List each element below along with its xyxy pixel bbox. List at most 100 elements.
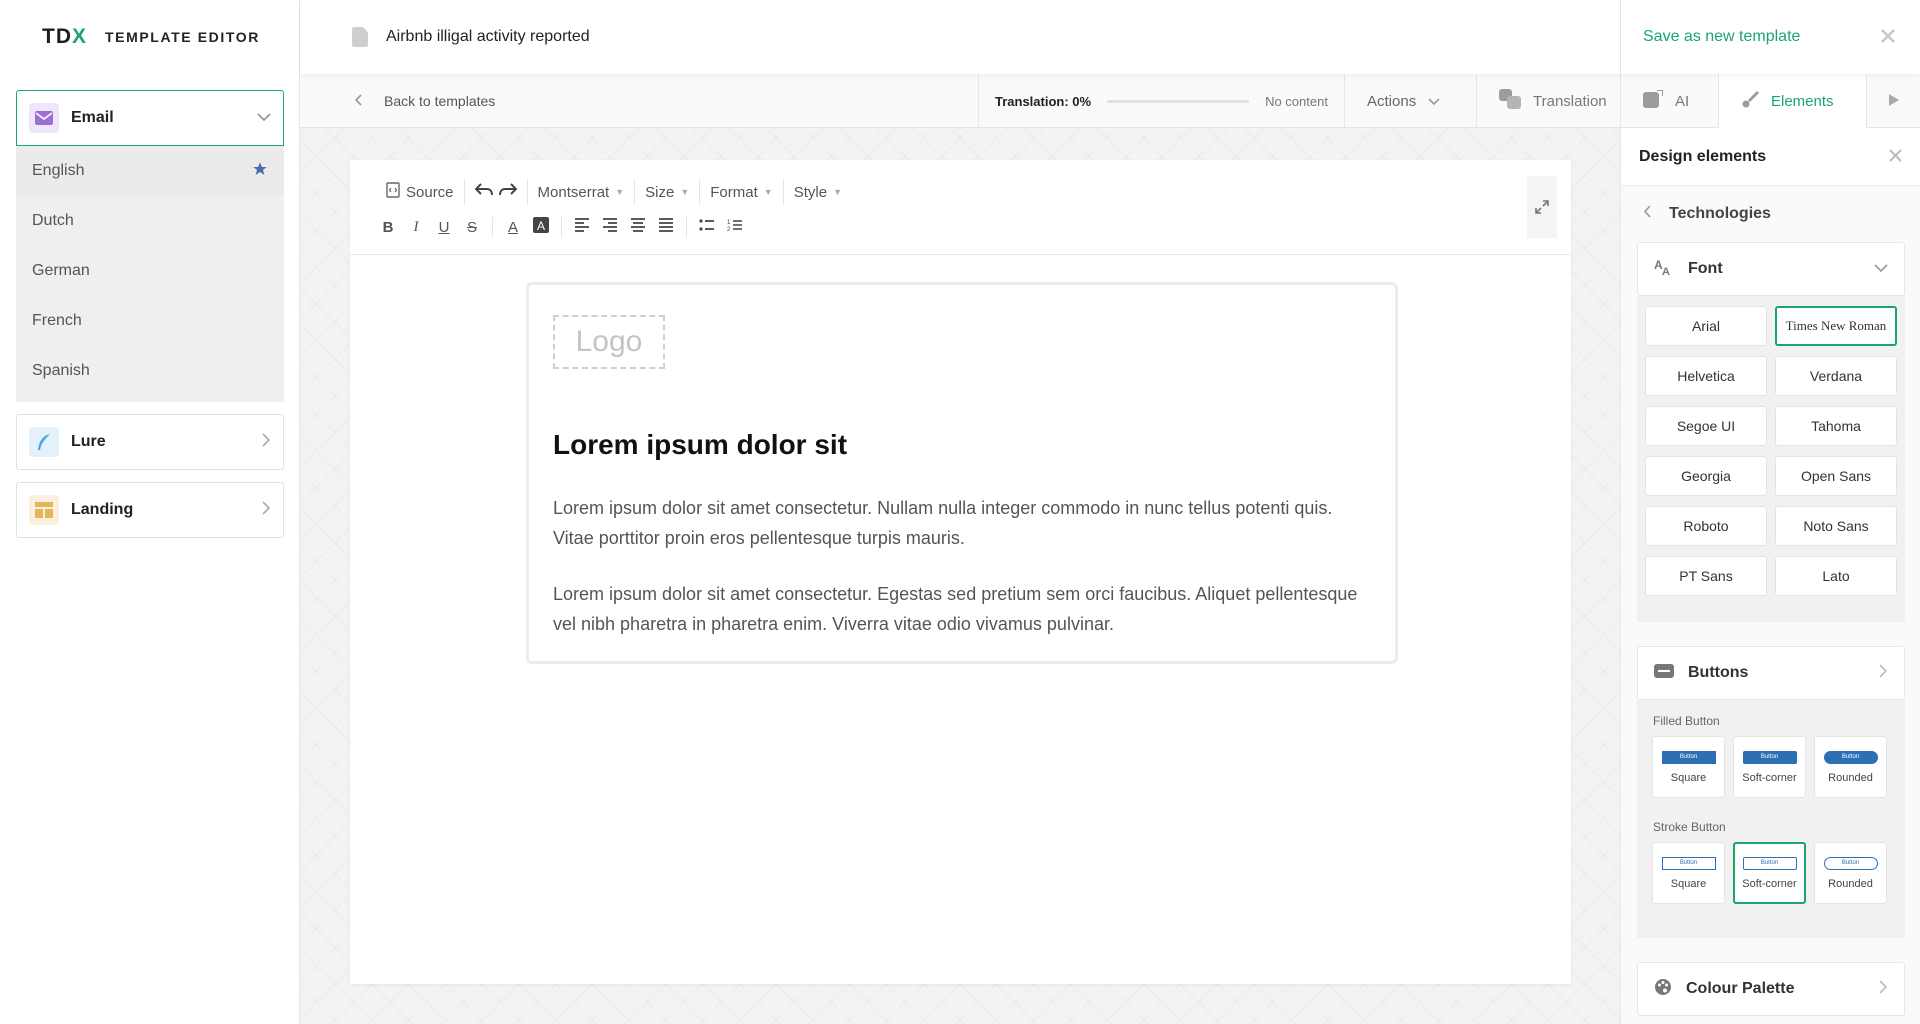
font-family-dropdown[interactable]: Montserrat ▼ [528,180,636,204]
category-email[interactable]: Email [16,90,284,146]
email-paragraph[interactable]: Lorem ipsum dolor sit amet consectetur. … [553,579,1373,639]
align-left-icon[interactable] [570,218,594,236]
translation-progress: Translation: 0% No content [978,74,1344,128]
translation-status: No content [1265,93,1328,109]
save-as-new-template-button[interactable]: Save as new template [1643,28,1800,46]
close-icon[interactable] [1880,24,1896,50]
button-icon [1654,663,1674,683]
align-justify-icon[interactable] [654,218,678,236]
logo-placeholder[interactable]: Logo [553,315,665,369]
translate-icon [1499,89,1521,113]
language-item-french[interactable]: French [16,296,284,346]
buttons-section-title: Buttons [1688,664,1749,681]
email-heading[interactable]: Lorem ipsum dolor sit [553,429,847,461]
numbered-list-icon[interactable]: 12 [723,218,747,236]
tab-ai[interactable]: AI [1620,74,1718,128]
style-dropdown[interactable]: Style ▼ [784,180,852,204]
font-icon: AA [1654,258,1674,281]
category-landing[interactable]: Landing [16,482,284,538]
back-to-templates-link[interactable]: Back to templates [354,93,495,109]
option-label: Rounded [1828,771,1873,784]
editor-canvas: Source Montserrat ▼ Size ▼ Format ▼ Styl… [300,128,1620,1024]
tab-elements[interactable]: Elements [1718,74,1866,128]
layout-icon [29,495,59,525]
stroke-soft-corner-option[interactable]: Button Soft-corner [1733,842,1806,904]
close-icon[interactable] [1889,146,1902,167]
stroke-rounded-option[interactable]: Button Rounded [1814,842,1887,904]
star-icon[interactable] [252,161,268,182]
logo-bar: TDX TEMPLATE EDITOR [0,0,299,74]
source-button[interactable]: Source [376,180,465,204]
font-option-segoe-ui[interactable]: Segoe UI [1645,406,1767,446]
technologies-back-link[interactable]: Technologies [1621,186,1920,242]
language-item-german[interactable]: German [16,246,284,296]
email-paragraph[interactable]: Lorem ipsum dolor sit amet consectetur. … [553,493,1373,553]
font-family-value: Montserrat [537,183,610,201]
font-option-lato[interactable]: Lato [1775,556,1897,596]
language-item-dutch[interactable]: Dutch [16,196,284,246]
redo-icon[interactable] [498,183,517,201]
svg-text:A: A [537,219,545,233]
underline-icon[interactable]: U [432,219,456,236]
svg-text:2: 2 [727,227,731,232]
font-option-tahoma[interactable]: Tahoma [1775,406,1897,446]
palette-icon [1654,978,1672,1001]
font-option-helvetica[interactable]: Helvetica [1645,356,1767,396]
language-label: Spanish [32,362,90,379]
sub-toolbar: Back to templates Translation: 0% No con… [300,74,1920,128]
align-center-icon[interactable] [626,218,650,236]
actions-dropdown[interactable]: Actions [1344,74,1476,128]
chevron-left-icon [1643,205,1651,223]
font-option-arial[interactable]: Arial [1645,306,1767,346]
source-icon [386,182,400,202]
font-option-pt-sans[interactable]: PT Sans [1645,556,1767,596]
font-option-times-new-roman[interactable]: Times New Roman [1775,306,1897,346]
category-lure[interactable]: Lure [16,414,284,470]
chevron-right-icon [1879,663,1888,683]
font-option-georgia[interactable]: Georgia [1645,456,1767,496]
tab-ai-label: AI [1675,92,1690,110]
format-dropdown[interactable]: Format ▼ [700,180,784,204]
button-options: Filled Button Button Square Button Soft-… [1637,700,1905,938]
email-body[interactable]: Logo Lorem ipsum dolor sit Lorem ipsum d… [526,282,1398,664]
size-dropdown[interactable]: Size ▼ [635,180,701,204]
filled-soft-corner-option[interactable]: Button Soft-corner [1733,736,1806,798]
option-label: Square [1670,877,1707,890]
language-item-spanish[interactable]: Spanish [16,346,284,396]
strikethrough-icon[interactable]: S [460,219,484,236]
chevron-right-icon [1879,979,1888,999]
colour-palette-section-header[interactable]: Colour Palette [1637,962,1905,1016]
buttons-section-header[interactable]: Buttons [1637,646,1905,700]
envelope-icon [29,103,59,133]
tab-translation[interactable]: Translation [1476,74,1620,128]
option-label: Square [1670,771,1707,784]
font-section-header[interactable]: AA Font [1637,242,1905,296]
font-option-verdana[interactable]: Verdana [1775,356,1897,396]
language-list: English Dutch German French Spanish [16,146,284,402]
stroke-button-grid: Button Square Button Soft-corner Button … [1637,842,1905,904]
undo-icon[interactable] [474,183,493,201]
bulleted-list-icon[interactable] [695,218,719,236]
panel-header: Design elements [1621,128,1920,186]
background-color-icon[interactable]: A [529,217,553,237]
play-icon [1888,93,1899,110]
stroke-square-option[interactable]: Button Square [1652,842,1725,904]
filled-square-option[interactable]: Button Square [1652,736,1725,798]
option-label: Soft-corner [1742,771,1797,784]
italic-icon[interactable]: I [404,219,428,236]
filled-rounded-option[interactable]: Button Rounded [1814,736,1887,798]
align-right-icon[interactable] [598,218,622,236]
language-item-english[interactable]: English [16,146,284,196]
text-color-icon[interactable]: A [501,219,525,236]
expand-icon[interactable] [1527,176,1557,238]
font-option-noto-sans[interactable]: Noto Sans [1775,506,1897,546]
toolbar-divider [561,217,562,237]
bold-icon[interactable]: B [376,219,400,236]
toolbar-divider [686,217,687,237]
language-label: English [32,162,85,179]
caret-down-icon: ▼ [680,187,690,197]
document-title[interactable]: Airbnb illigal activity reported [386,28,590,46]
collapse-panel-button[interactable] [1866,74,1920,128]
font-option-roboto[interactable]: Roboto [1645,506,1767,546]
font-option-open-sans[interactable]: Open Sans [1775,456,1897,496]
